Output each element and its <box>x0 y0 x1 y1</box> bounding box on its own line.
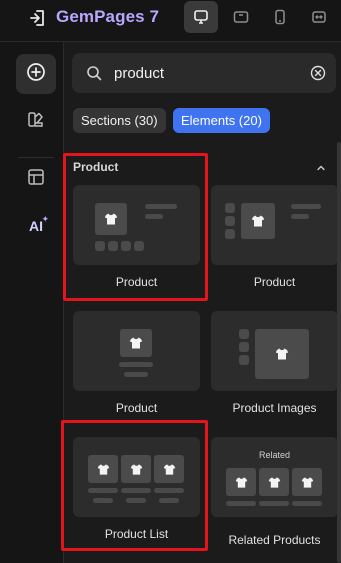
tablet-view-button[interactable] <box>224 1 258 33</box>
clear-search-icon[interactable] <box>310 65 326 86</box>
search-input[interactable] <box>114 62 294 84</box>
desktop-view-button[interactable] <box>184 1 218 33</box>
card-label: Product List <box>104 527 169 541</box>
left-rail: AI ✦ <box>0 42 64 563</box>
card-thumbnail <box>73 185 200 265</box>
card-label: Product <box>253 275 296 289</box>
card-thumbnail <box>73 311 200 391</box>
top-bar: GemPages 7 <box>0 0 341 42</box>
card-thumbnail <box>211 185 338 265</box>
card-label: Product Images <box>232 401 317 415</box>
panel-scrollbar[interactable] <box>337 142 341 563</box>
shirt-icon <box>95 203 127 235</box>
shirt-icon <box>292 468 322 496</box>
chevron-up-icon[interactable] <box>315 161 327 179</box>
thumb-caption: Related <box>258 450 291 460</box>
card-label: Product <box>115 275 158 289</box>
card-thumbnail <box>73 437 200 517</box>
shirt-icon <box>121 455 151 483</box>
element-card-related-products[interactable]: Related Related Products <box>211 437 338 555</box>
shirt-icon <box>241 203 275 239</box>
theme-style-icon <box>26 109 46 134</box>
group-title: Product <box>73 160 119 174</box>
desktop-icon <box>193 9 209 25</box>
element-card-product-3[interactable]: Product <box>73 311 200 429</box>
plus-circle-icon <box>26 62 46 87</box>
rail-design-button[interactable] <box>16 101 56 141</box>
exit-icon[interactable] <box>28 9 48 27</box>
rail-add-button[interactable] <box>16 54 56 94</box>
sections-filter-button[interactable]: Sections (30) <box>73 108 166 133</box>
shirt-icon <box>120 329 152 357</box>
shirt-icon <box>255 329 309 379</box>
ai-icon: AI ✦ <box>29 214 49 234</box>
card-thumbnail <box>211 311 338 391</box>
card-label: Related Products <box>228 533 321 547</box>
element-card-product-2[interactable]: Product <box>211 185 338 303</box>
rail-ai-button[interactable]: AI ✦ <box>16 206 56 246</box>
fit-width-icon <box>311 9 327 25</box>
tablet-landscape-icon <box>233 9 249 25</box>
card-thumbnail: Related <box>211 437 338 517</box>
element-card-product-images[interactable]: Product Images <box>211 311 338 429</box>
card-label: Product <box>115 401 158 415</box>
rail-layout-button[interactable] <box>16 159 56 199</box>
search-icon <box>86 65 102 86</box>
elements-filter-button[interactable]: Elements (20) <box>173 108 270 133</box>
shirt-icon <box>259 468 289 496</box>
layout-icon <box>26 167 46 192</box>
shirt-icon <box>154 455 184 483</box>
shirt-icon <box>88 455 118 483</box>
search-box <box>72 53 336 93</box>
element-card-product-list[interactable]: Product List <box>73 437 200 555</box>
shirt-icon <box>226 468 256 496</box>
mobile-view-button[interactable] <box>263 1 297 33</box>
mobile-icon <box>272 9 288 25</box>
app-title: GemPages 7 <box>56 7 160 26</box>
element-card-product[interactable]: Product <box>73 185 200 303</box>
rail-divider <box>18 157 54 158</box>
fit-width-button[interactable] <box>302 1 336 33</box>
